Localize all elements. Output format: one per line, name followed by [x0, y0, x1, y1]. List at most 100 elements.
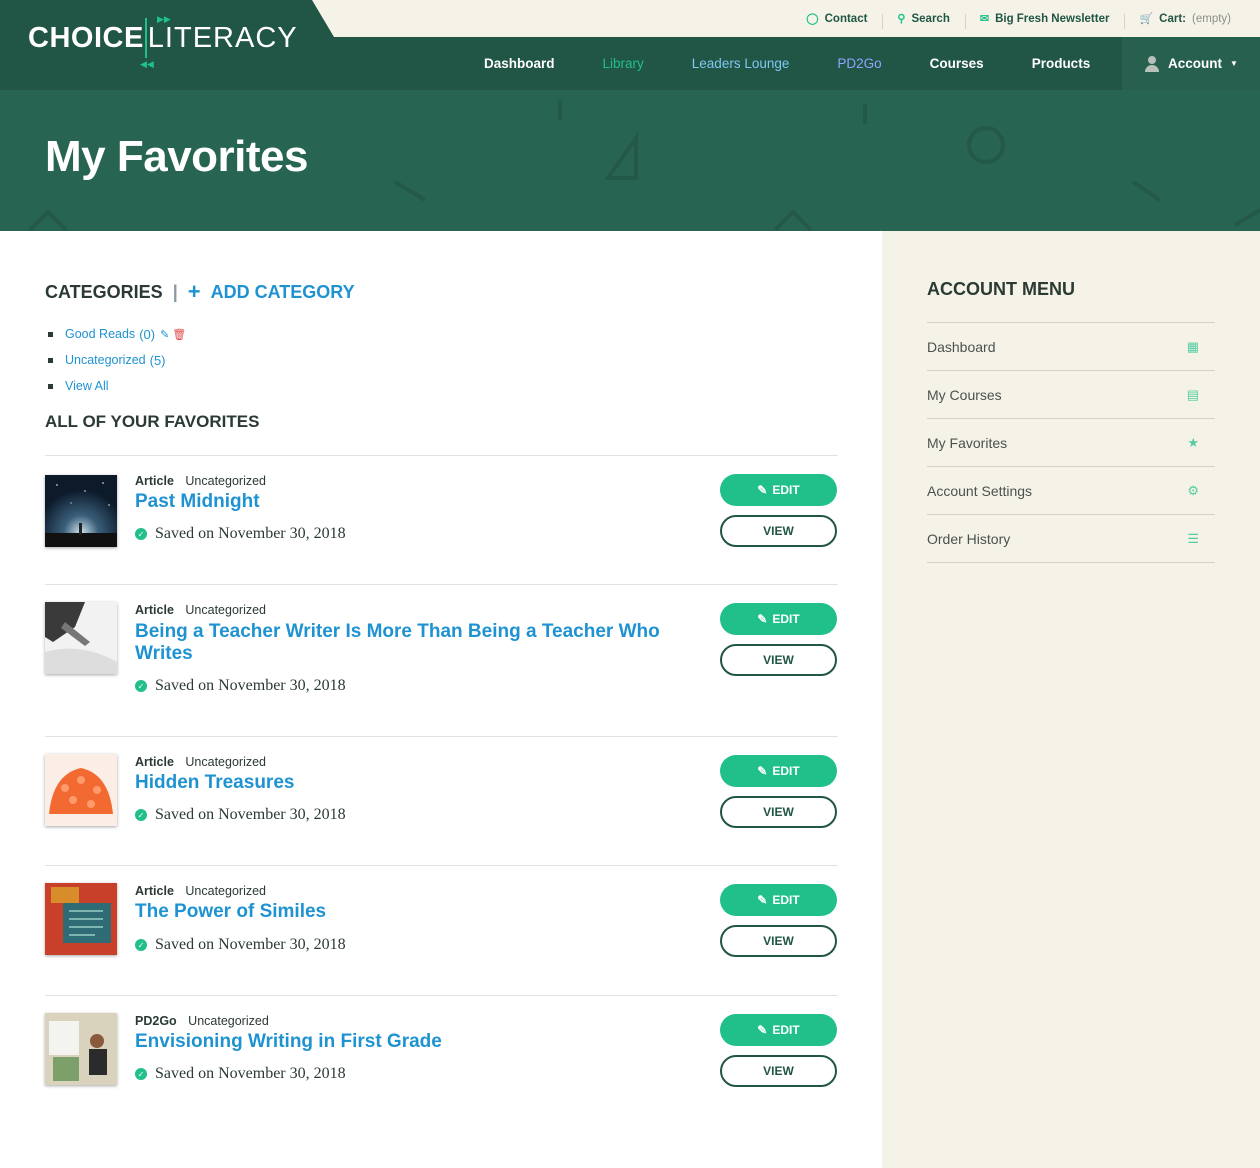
article-thumbnail[interactable]: [45, 754, 117, 826]
account-menu-toggle[interactable]: Account ▼: [1122, 37, 1260, 90]
check-circle-icon: ✓: [135, 809, 147, 821]
pd2go-thumbnail[interactable]: [45, 1013, 117, 1085]
book-icon: ▤: [1186, 386, 1199, 402]
view-button[interactable]: VIEW: [720, 1055, 837, 1087]
add-category-link[interactable]: ADD CATEGORY: [211, 282, 355, 303]
view-label: VIEW: [763, 1064, 794, 1078]
view-button[interactable]: VIEW: [720, 796, 837, 828]
fast-forward-icon: ▶▶: [157, 14, 171, 24]
favorite-item: Article Uncategorized Being a Teacher Wr…: [45, 584, 838, 736]
nav-leaders-lounge[interactable]: Leaders Lounge: [668, 56, 814, 71]
account-menu-dashboard[interactable]: Dashboard ▦: [927, 323, 1215, 371]
edit-button[interactable]: ✎ EDIT: [720, 603, 837, 635]
trash-icon[interactable]: 🗑: [172, 328, 186, 341]
view-button[interactable]: VIEW: [720, 644, 837, 676]
nav-dashboard[interactable]: Dashboard: [460, 56, 579, 71]
favorite-meta: Article Uncategorized: [135, 474, 266, 488]
edit-icon: ✎: [757, 893, 768, 907]
favorite-title-link[interactable]: Hidden Treasures: [135, 772, 700, 794]
cart-label: Cart:: [1159, 12, 1187, 25]
edit-icon: ✎: [757, 764, 768, 778]
saved-date: ✓ Saved on November 30, 2018: [135, 677, 346, 695]
content-category: Uncategorized: [185, 884, 266, 898]
favorite-title-link[interactable]: The Power of Similes: [135, 901, 700, 923]
content-category: Uncategorized: [185, 603, 266, 617]
cart-link[interactable]: 🛒 Cart: (empty): [1124, 12, 1246, 29]
content-type: Article: [135, 603, 174, 617]
contact-link[interactable]: ◯ Contact: [791, 12, 882, 26]
article-thumbnail[interactable]: [45, 602, 117, 674]
star-icon: ★: [1187, 434, 1199, 450]
check-circle-icon: ✓: [135, 1068, 147, 1080]
edit-icon: ✎: [757, 483, 768, 497]
saved-date: ✓ Saved on November 30, 2018: [135, 806, 346, 824]
logo-divider: [144, 18, 147, 58]
content-category: Uncategorized: [185, 755, 266, 769]
view-button[interactable]: VIEW: [720, 515, 837, 547]
account-menu-account-settings[interactable]: Account Settings ⚙: [927, 467, 1215, 515]
edit-button[interactable]: ✎ EDIT: [720, 755, 837, 787]
logo-bold-text: CHOICE: [28, 21, 144, 54]
main-nav: Dashboard Library Leaders Lounge PD2Go C…: [460, 37, 1114, 90]
account-menu-my-courses[interactable]: My Courses ▤: [927, 371, 1215, 419]
edit-icon: ✎: [757, 1023, 768, 1037]
lifebuoy-icon: ◯: [806, 13, 819, 25]
account-menu-order-history[interactable]: Order History ☰: [927, 515, 1215, 563]
search-link[interactable]: ⚲ Search: [882, 12, 964, 29]
saved-date-text: Saved on November 30, 2018: [155, 525, 346, 542]
page-title: My Favorites: [45, 132, 308, 181]
cart-value: (empty): [1192, 12, 1231, 25]
favorite-title-link[interactable]: Envisioning Writing in First Grade: [135, 1031, 700, 1053]
view-button[interactable]: VIEW: [720, 925, 837, 957]
nav-products[interactable]: Products: [1008, 56, 1115, 71]
saved-date: ✓ Saved on November 30, 2018: [135, 1065, 346, 1083]
edit-icon[interactable]: ✎: [160, 328, 169, 341]
article-thumbnail[interactable]: [45, 883, 117, 955]
saved-date-text: Saved on November 30, 2018: [155, 936, 346, 953]
gear-icon: ⚙: [1187, 482, 1199, 498]
favorite-title-link[interactable]: Past Midnight: [135, 491, 700, 513]
site-logo[interactable]: CHOICE LITERACY: [28, 18, 298, 58]
newsletter-link[interactable]: ✉ Big Fresh Newsletter: [964, 12, 1125, 29]
edit-label: EDIT: [772, 1023, 800, 1037]
favorite-meta: PD2Go Uncategorized: [135, 1014, 269, 1028]
edit-button[interactable]: ✎ EDIT: [720, 1014, 837, 1046]
edit-label: EDIT: [772, 612, 800, 626]
check-circle-icon: ✓: [135, 939, 147, 951]
page-hero: My Favorites: [0, 90, 1260, 231]
plus-icon[interactable]: +: [188, 279, 201, 305]
account-menu-list: Dashboard ▦ My Courses ▤ My Favorites ★ …: [927, 322, 1215, 563]
content-type: PD2Go: [135, 1014, 177, 1028]
favorite-item: PD2Go Uncategorized Envisioning Writing …: [45, 995, 838, 1124]
article-thumbnail[interactable]: [45, 475, 117, 547]
edit-button[interactable]: ✎ EDIT: [720, 474, 837, 506]
nav-pd2go[interactable]: PD2Go: [813, 56, 905, 71]
content-type: Article: [135, 884, 174, 898]
nav-courses[interactable]: Courses: [906, 56, 1008, 71]
favorite-title-link[interactable]: Being a Teacher Writer Is More Than Bein…: [135, 621, 700, 665]
view-all-link[interactable]: View All: [65, 379, 109, 393]
category-link[interactable]: Uncategorized: [65, 353, 146, 367]
user-icon: [1144, 55, 1160, 72]
edit-label: EDIT: [772, 893, 800, 907]
saved-date-text: Saved on November 30, 2018: [155, 1065, 346, 1082]
account-menu-heading: ACCOUNT MENU: [927, 279, 1075, 299]
edit-button[interactable]: ✎ EDIT: [720, 884, 837, 916]
favorite-item: Article Uncategorized Past Midnight ✓ Sa…: [45, 455, 838, 584]
content-category: Uncategorized: [185, 474, 266, 488]
menu-label: My Courses: [927, 386, 1002, 403]
grid-icon: ▦: [1186, 338, 1199, 354]
categories-header: CATEGORIES | + ADD CATEGORY: [45, 279, 355, 305]
check-circle-icon: ✓: [135, 528, 147, 540]
view-label: VIEW: [763, 653, 794, 667]
edit-icon: ✎: [757, 612, 768, 626]
category-link[interactable]: Good Reads: [65, 327, 135, 341]
category-count: (0): [139, 326, 156, 342]
favorite-meta: Article Uncategorized: [135, 884, 266, 898]
category-item-good-reads: Good Reads (0) ✎ 🗑: [45, 321, 186, 347]
account-menu-my-favorites[interactable]: My Favorites ★: [927, 419, 1215, 467]
saved-date: ✓ Saved on November 30, 2018: [135, 936, 346, 954]
nav-library[interactable]: Library: [579, 56, 668, 71]
favorites-heading: ALL OF YOUR FAVORITES: [45, 412, 260, 431]
menu-label: Account Settings: [927, 482, 1033, 499]
